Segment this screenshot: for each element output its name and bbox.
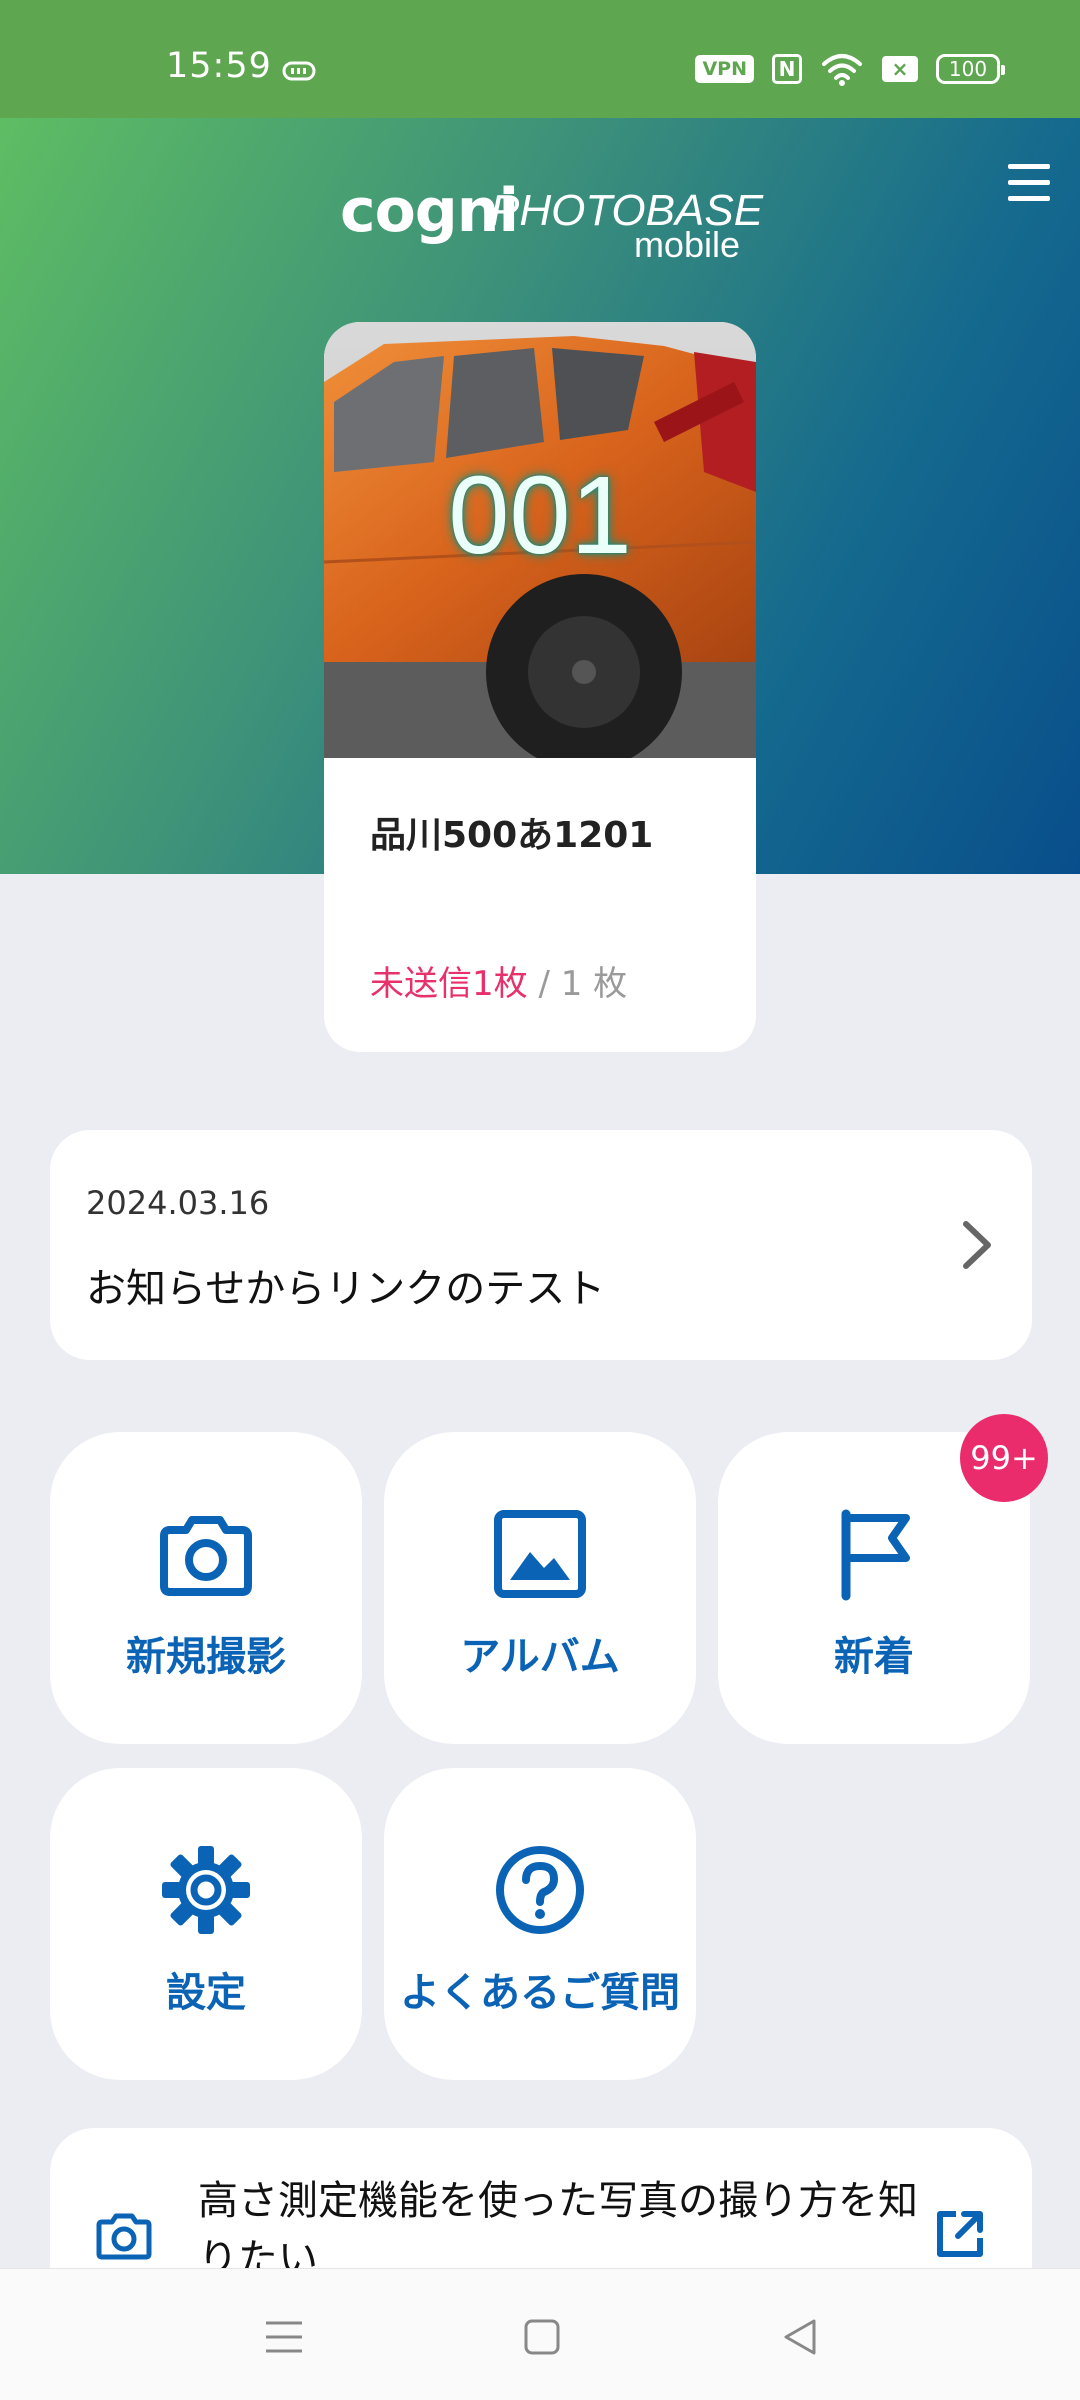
data-saver-icon xyxy=(282,61,316,81)
status-bar: 15:59 VPN N × 100 xyxy=(0,0,1080,118)
album-tile[interactable]: アルバム xyxy=(384,1432,696,1744)
notice-date: 2024.03.16 xyxy=(86,1184,270,1222)
tile-label-settings: 設定 xyxy=(166,1970,246,2016)
camera-icon xyxy=(96,2213,152,2260)
nfc-icon: N xyxy=(772,54,802,84)
tile-label-album: アルバム xyxy=(460,1634,620,1680)
home-icon[interactable] xyxy=(520,2315,564,2359)
upload-status: 未送信1枚 / 1 枚 xyxy=(370,956,627,1005)
tile-label-new-capture: 新規撮影 xyxy=(126,1634,286,1680)
battery-icon: 100 xyxy=(936,54,1005,84)
hamburger-icon[interactable] xyxy=(1008,164,1054,210)
system-nav-bar xyxy=(0,2268,1080,2400)
status-icons: VPN N × 100 xyxy=(695,52,1005,86)
external-link-icon xyxy=(937,2211,983,2257)
logo-mobile: mobile xyxy=(633,224,740,265)
app-logo: cogni PHOTOBASE mobile xyxy=(340,176,763,276)
status-time: 15:59 xyxy=(166,46,272,86)
vehicle-number: 001 xyxy=(448,454,632,577)
flag-icon xyxy=(718,1506,1030,1602)
tile-label-faq: よくあるご質問 xyxy=(400,1970,680,2016)
news-count-badge: 99+ xyxy=(960,1414,1048,1502)
camera-icon xyxy=(50,1506,362,1602)
tile-label-news: 新着 xyxy=(834,1634,914,1680)
total-count: 1 枚 xyxy=(560,964,628,1004)
vpn-icon: VPN xyxy=(695,55,754,83)
new-capture-tile[interactable]: 新規撮影 xyxy=(50,1432,362,1744)
vehicle-card[interactable]: 001 品川500あ1201 未送信1枚 / 1 枚 xyxy=(324,322,756,1052)
faq-tile[interactable]: よくあるご質問 xyxy=(384,1768,696,2080)
license-plate: 品川500あ1201 xyxy=(370,815,654,856)
status-separator: / xyxy=(538,964,550,1004)
home-screen: 15:59 VPN N × 100 cogni PHOTOBASE mobile xyxy=(0,0,1080,2400)
gear-icon xyxy=(50,1842,362,1938)
settings-tile[interactable]: 設定 xyxy=(50,1768,362,2080)
recents-icon[interactable] xyxy=(262,2315,306,2359)
image-icon xyxy=(384,1506,696,1602)
notice-card[interactable]: 2024.03.16 お知らせからリンクのテスト xyxy=(50,1130,1032,1360)
question-icon xyxy=(384,1842,696,1938)
notice-title: お知らせからリンクのテスト xyxy=(86,1266,606,1312)
chevron-right-icon xyxy=(963,1221,991,1269)
back-icon[interactable] xyxy=(778,2315,822,2359)
vehicle-photo: 001 xyxy=(324,322,756,758)
wifi-icon xyxy=(822,54,862,86)
sim-icon: × xyxy=(882,56,918,82)
unsent-count: 未送信1枚 xyxy=(370,964,528,1004)
